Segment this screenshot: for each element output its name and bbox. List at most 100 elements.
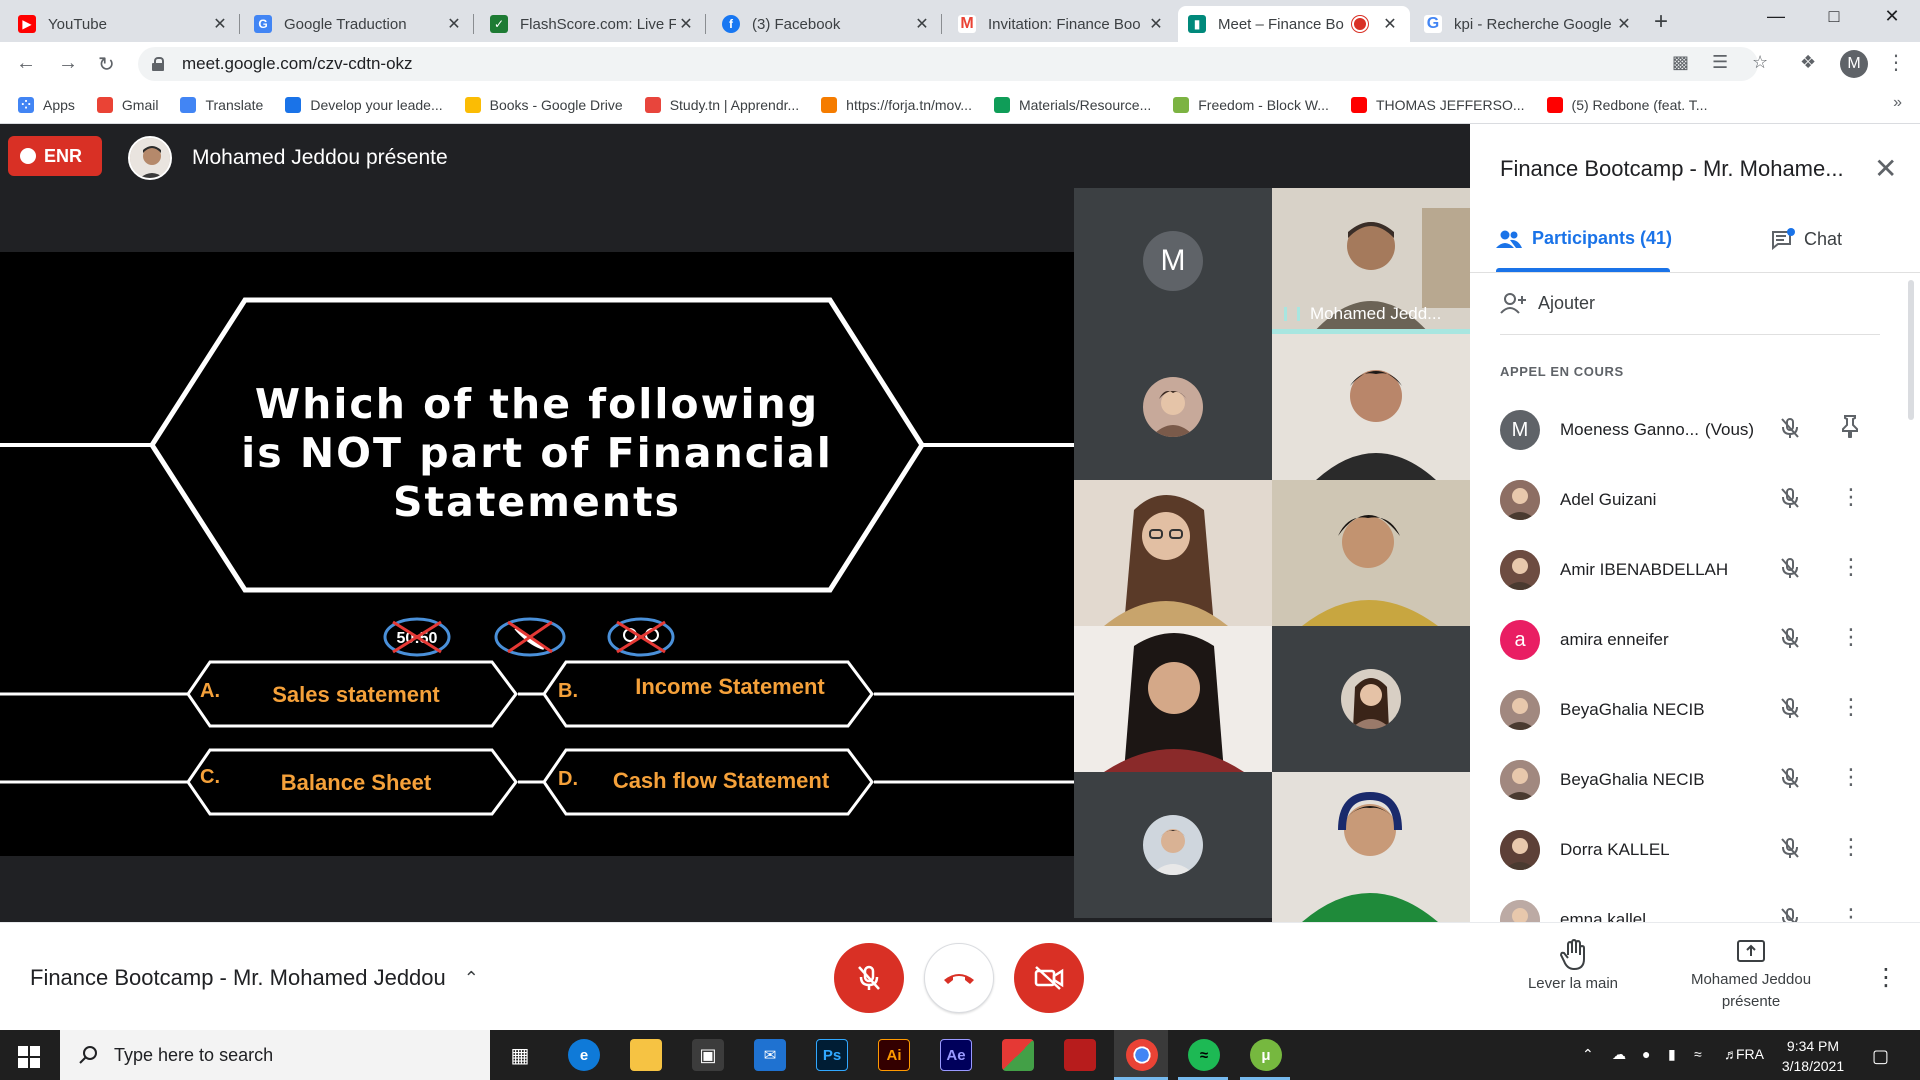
more-icon[interactable]: ⋮ bbox=[1840, 554, 1862, 580]
tab-meet-active[interactable]: ▮ Meet – Finance Bo ✕ bbox=[1178, 6, 1410, 42]
extensions-puzzle-icon[interactable]: ❖ bbox=[1800, 52, 1816, 73]
tile-video-boy-yellow[interactable] bbox=[1272, 480, 1470, 626]
back-arrow-icon[interactable]: ← bbox=[16, 52, 36, 75]
tile-m[interactable]: M bbox=[1074, 188, 1272, 334]
address-bar[interactable]: meet.google.com/czv-cdtn-okz bbox=[138, 47, 1758, 81]
tab-close-icon[interactable]: ✕ bbox=[912, 14, 932, 34]
more-icon[interactable]: ⋮ bbox=[1840, 484, 1862, 510]
tile-video-boy[interactable] bbox=[1272, 334, 1470, 480]
camera-permission-icon[interactable]: ▩ bbox=[1672, 52, 1689, 73]
panel-scrollbar[interactable] bbox=[1908, 280, 1914, 420]
tile-video-headphones[interactable] bbox=[1272, 772, 1470, 922]
bookmark-item[interactable]: Books - Google Drive bbox=[464, 96, 623, 113]
forward-arrow-icon[interactable]: → bbox=[58, 52, 78, 75]
color-app-icon[interactable] bbox=[1002, 1039, 1034, 1071]
bookmark-item[interactable]: ⁘ Apps bbox=[18, 96, 75, 113]
bookmark-item[interactable]: https://forja.tn/mov... bbox=[821, 96, 972, 113]
more-icon[interactable]: ⋮ bbox=[1840, 624, 1862, 650]
bookmark-item[interactable]: Freedom - Block W... bbox=[1173, 96, 1329, 113]
more-icon[interactable]: ⋮ bbox=[1840, 694, 1862, 720]
bookmark-item[interactable]: Study.tn | Apprendr... bbox=[644, 96, 799, 113]
tile-video-girl-glasses[interactable] bbox=[1074, 480, 1272, 626]
system-clock[interactable]: 9:34 PM 3/18/2021 bbox=[1766, 1036, 1860, 1076]
browser-menu-icon[interactable]: ⋮ bbox=[1886, 50, 1906, 75]
mail-icon[interactable]: ✉ bbox=[754, 1039, 786, 1071]
panel-close-icon[interactable]: ✕ bbox=[1874, 152, 1897, 185]
tab-invitation-gmail[interactable]: M Invitation: Finance Boo ✕ bbox=[948, 6, 1176, 42]
notifications-icon[interactable]: ▢ bbox=[1872, 1046, 1889, 1067]
minimize-icon[interactable]: — bbox=[1756, 6, 1796, 27]
participant-row[interactable]: a amira enneifer ⋮ bbox=[1470, 604, 1910, 674]
tab-close-icon[interactable]: ✕ bbox=[1146, 14, 1166, 34]
tab-kpi-search[interactable]: G kpi - Recherche Google ✕ bbox=[1414, 6, 1644, 42]
tray-overflow-icon[interactable]: ⌃ bbox=[1582, 1046, 1594, 1063]
photoshop-icon[interactable]: Ps bbox=[816, 1039, 848, 1071]
bookmark-item[interactable]: THOMAS JEFFERSO... bbox=[1350, 96, 1525, 113]
translate-page-icon[interactable]: ☰ bbox=[1712, 52, 1728, 73]
window-close-icon[interactable]: ✕ bbox=[1872, 6, 1912, 27]
utorrent-icon[interactable]: μ bbox=[1250, 1039, 1282, 1071]
more-options-icon[interactable]: ⋮ bbox=[1874, 963, 1898, 992]
presenting-button[interactable]: Mohamed Jeddou présente bbox=[1666, 939, 1836, 1013]
meeting-details-button[interactable]: Finance Bootcamp - Mr. Mohamed Jeddou ⌃ bbox=[30, 965, 479, 991]
tile-avatar-3[interactable] bbox=[1272, 626, 1470, 772]
maximize-icon[interactable]: □ bbox=[1814, 6, 1854, 27]
bookmark-item[interactable]: Translate bbox=[180, 96, 263, 113]
bookmarks-overflow-icon[interactable]: » bbox=[1893, 94, 1902, 112]
tab-chat[interactable]: Chat bbox=[1770, 228, 1842, 250]
taskbar-search-box[interactable]: Type here to search bbox=[60, 1030, 490, 1080]
bookmark-item[interactable]: (5) Redbone (feat. T... bbox=[1546, 96, 1707, 113]
task-view-icon[interactable]: ▦ bbox=[504, 1039, 536, 1071]
participant-row[interactable]: M Moeness Ganno... (Vous) bbox=[1470, 394, 1910, 464]
tile-speaker[interactable]: Mohamed Jedd... bbox=[1272, 188, 1470, 334]
participant-row[interactable]: Adel Guizani ⋮ bbox=[1470, 464, 1910, 534]
participant-row[interactable]: Dorra KALLEL ⋮ bbox=[1470, 814, 1910, 884]
tab-youtube[interactable]: ▶ YouTube ✕ bbox=[8, 6, 240, 42]
tab-close-icon[interactable]: ✕ bbox=[1380, 14, 1400, 34]
wifi-icon[interactable]: ≈ bbox=[1694, 1046, 1702, 1062]
game-app-icon[interactable] bbox=[1064, 1039, 1096, 1071]
profile-avatar[interactable]: M bbox=[1840, 50, 1868, 78]
tab-facebook[interactable]: f (3) Facebook ✕ bbox=[712, 6, 942, 42]
tab-close-icon[interactable]: ✕ bbox=[210, 14, 230, 34]
bookmark-item[interactable]: Materials/Resource... bbox=[993, 96, 1151, 113]
more-icon[interactable]: ⋮ bbox=[1840, 764, 1862, 790]
camera-toggle-button[interactable] bbox=[1014, 943, 1084, 1013]
mic-toggle-button[interactable] bbox=[834, 943, 904, 1013]
language-indicator[interactable]: FRA bbox=[1736, 1046, 1764, 1062]
onedrive-icon[interactable]: ☁ bbox=[1612, 1046, 1626, 1063]
file-explorer-icon[interactable] bbox=[630, 1039, 662, 1071]
illustrator-icon[interactable]: Ai bbox=[878, 1039, 910, 1071]
pin-icon[interactable] bbox=[1840, 414, 1860, 444]
participant-row[interactable]: Amir IBENABDELLAH ⋮ bbox=[1470, 534, 1910, 604]
leave-call-button[interactable] bbox=[924, 943, 994, 1013]
tile-avatar-4[interactable] bbox=[1074, 772, 1272, 918]
tab-close-icon[interactable]: ✕ bbox=[676, 14, 696, 34]
tab-close-icon[interactable]: ✕ bbox=[444, 14, 464, 34]
participant-row[interactable]: BeyaGhalia NECIB ⋮ bbox=[1470, 674, 1910, 744]
tile-avatar-2[interactable] bbox=[1074, 334, 1272, 480]
bookmark-item[interactable]: Develop your leade... bbox=[285, 96, 443, 113]
spotify-icon[interactable]: ≈ bbox=[1188, 1039, 1220, 1071]
lock-icon[interactable] bbox=[152, 57, 164, 71]
tile-video-girl-hand[interactable] bbox=[1074, 626, 1272, 772]
bookmark-item[interactable]: Gmail bbox=[96, 96, 158, 113]
tab-google-traduction[interactable]: G Google Traduction ✕ bbox=[244, 6, 474, 42]
chrome-icon[interactable] bbox=[1126, 1039, 1158, 1071]
tab-close-icon[interactable]: ✕ bbox=[1614, 14, 1634, 34]
tab-flashscore[interactable]: ✓ FlashScore.com: Live Fo ✕ bbox=[480, 6, 706, 42]
store-icon[interactable]: ▣ bbox=[692, 1039, 724, 1071]
windows-start-icon[interactable] bbox=[18, 1046, 40, 1068]
participant-row[interactable]: BeyaGhalia NECIB ⋮ bbox=[1470, 744, 1910, 814]
more-icon[interactable]: ⋮ bbox=[1840, 904, 1862, 922]
raise-hand-button[interactable]: Lever la main bbox=[1508, 939, 1638, 992]
add-people-button[interactable]: Ajouter bbox=[1500, 292, 1595, 314]
mic-tray-icon[interactable]: ● bbox=[1642, 1046, 1650, 1062]
more-icon[interactable]: ⋮ bbox=[1840, 834, 1862, 860]
tab-participants[interactable]: Participants (41) bbox=[1496, 228, 1672, 249]
participant-row[interactable]: emna kallel ⋮ bbox=[1470, 884, 1910, 922]
new-tab-button[interactable]: + bbox=[1654, 8, 1668, 36]
url-text[interactable]: meet.google.com/czv-cdtn-okz bbox=[182, 54, 413, 74]
edge-icon[interactable]: e bbox=[568, 1039, 600, 1071]
battery-icon[interactable]: ▮ bbox=[1668, 1046, 1676, 1063]
